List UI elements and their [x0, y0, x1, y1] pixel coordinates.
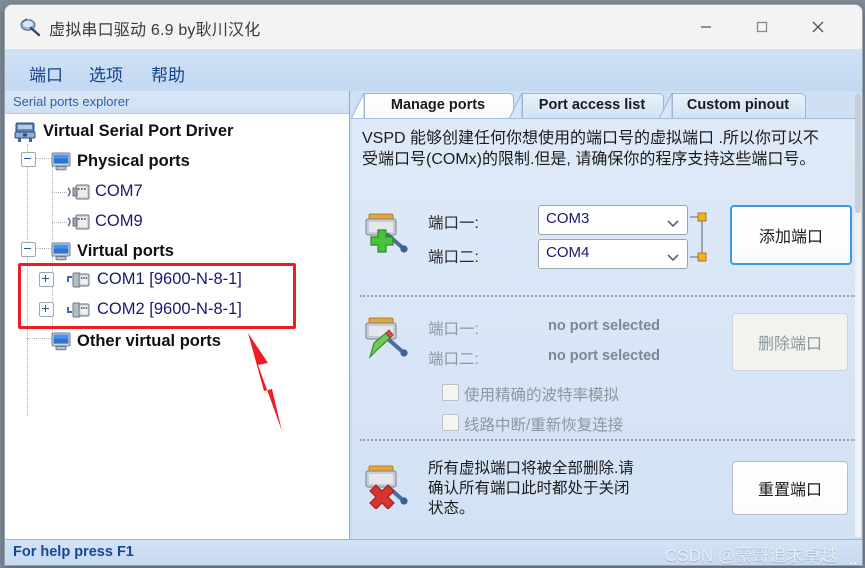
tree-line — [39, 248, 51, 250]
tab-manage-ports[interactable]: Manage ports — [351, 93, 514, 120]
tab-slant-edge — [351, 93, 365, 119]
menu-item-ports[interactable]: 端口 — [23, 59, 69, 88]
status-bar-text: For help press F1 — [13, 544, 134, 560]
right-panel-scrollbar[interactable] — [855, 93, 861, 537]
tree-node-virtual-ports-label: Virtual ports — [77, 242, 174, 260]
delete-ports-section: 端口一: 端口二: no port selected no port selec… — [352, 307, 860, 437]
minimize-button[interactable] — [678, 5, 734, 49]
tree-node-other-virtual-ports-label: Other virtual ports — [77, 332, 221, 350]
reset-description: 所有虚拟端口将被全部删除.请 确认所有端口此时都处于关闭 状态。 — [428, 459, 658, 519]
tree-node-com1-label: COM1 [9600-N-8-1] — [97, 270, 242, 288]
close-button[interactable] — [790, 5, 846, 49]
delete-port-button[interactable]: 删除端口 — [732, 313, 848, 371]
tree-toggle-physical-ports[interactable] — [21, 152, 36, 167]
tree-node-root-label: Virtual Serial Port Driver — [43, 122, 234, 140]
delete-port1-label: 端口一: — [428, 321, 479, 338]
virtual-port-pair-icon — [65, 271, 90, 288]
port-pair-bracket — [688, 205, 710, 274]
monitor-icon — [51, 332, 71, 351]
tree-node-physical-ports-label: Physical ports — [77, 152, 190, 170]
checkbox-exact-baudrate-label: 使用精确的波特率模拟 — [464, 387, 620, 404]
tab-custom-pinout[interactable]: Custom pinout — [659, 93, 806, 120]
tree-line — [27, 338, 51, 340]
window-title: 虚拟串口驱动 6.9 by耿川汉化 — [49, 22, 261, 39]
delete-port1-value: no port selected — [548, 318, 660, 334]
chevron-down-icon — [667, 215, 679, 233]
add-port1-label: 端口一: — [428, 215, 479, 232]
tab-strip: Manage ports Port access list Custom pin… — [350, 91, 862, 120]
tree-toggle-com1[interactable] — [39, 272, 54, 287]
add-port2-label: 端口二: — [428, 249, 479, 266]
port2-select-value: COM4 — [546, 244, 590, 261]
tree-header-label: Serial ports explorer — [13, 94, 130, 109]
checkbox-break-reconnect-label: 线路中断/重新恢复连接 — [464, 417, 624, 434]
serial-ports-explorer-panel: Serial ports explorer Virtual Serial Por… — [5, 91, 350, 539]
add-ports-section: 端口一: 端口二: COM3 COM4 添加端口 — [352, 197, 860, 289]
checkbox-box[interactable] — [442, 414, 459, 431]
port1-select-value: COM3 — [546, 210, 590, 227]
maximize-icon — [756, 21, 768, 33]
tree-line — [52, 192, 67, 194]
tab-manage-ports-label: Manage ports — [390, 97, 486, 113]
manage-ports-panel: Manage ports Port access list Custom pin… — [350, 91, 862, 540]
maximize-button[interactable] — [734, 5, 790, 49]
tree-line — [27, 144, 29, 416]
tab-slant-edge — [659, 93, 673, 119]
tab-custom-pinout-label: Custom pinout — [686, 97, 790, 113]
monitor-icon — [51, 152, 71, 171]
tree-toggle-virtual-ports[interactable] — [21, 242, 36, 257]
app-window: 虚拟串口驱动 6.9 by耿川汉化 端口 选项 帮助 Serial ports … — [4, 4, 863, 566]
tree-line — [52, 256, 54, 336]
panel-description-line2: 受端口号(COMx)的限制.但是, 请确保你的程序支持这些端口号。 — [362, 151, 816, 169]
delete-port2-value: no port selected — [548, 348, 660, 364]
port-plug-icon — [67, 183, 90, 200]
title-bar: 虚拟串口驱动 6.9 by耿川汉化 — [5, 5, 862, 49]
virtual-port-pair-icon — [65, 301, 90, 318]
scrollbar-thumb[interactable] — [855, 93, 861, 213]
port1-select[interactable]: COM3 — [538, 205, 688, 235]
close-icon — [812, 21, 824, 33]
serial-port-driver-icon — [13, 121, 37, 148]
tree-line — [52, 222, 67, 224]
chevron-down-icon — [667, 249, 679, 267]
menu-item-help[interactable]: 帮助 — [145, 59, 191, 88]
tree-node-com9-label: COM9 — [95, 212, 143, 230]
delete-port2-label: 端口二: — [428, 351, 479, 368]
reset-description-line1: 所有虚拟端口将被全部删除.请 — [428, 460, 634, 477]
watermark-dots-icon — [849, 558, 861, 565]
tree-toggle-com2[interactable] — [39, 302, 54, 317]
watermark: CSDN @豪哥追求卓越 — [665, 546, 838, 565]
section-divider — [360, 295, 856, 297]
reset-ports-section: 所有虚拟端口将被全部删除.请 确认所有端口此时都处于关闭 状态。 重置端口 — [352, 451, 860, 531]
tab-port-access-list-label: Port access list — [538, 97, 646, 113]
reset-port-button[interactable]: 重置端口 — [732, 461, 848, 515]
panel-description: VSPD 能够创建任何你想使用的端口号的虚拟端口 .所以你可以不 受端口号(CO… — [362, 128, 850, 170]
reset-description-line3: 状态。 — [428, 500, 475, 518]
port-delete-icon — [360, 463, 412, 510]
minimize-icon — [701, 26, 711, 28]
port2-select[interactable]: COM4 — [538, 239, 688, 269]
app-icon — [19, 17, 41, 37]
menu-bar: 端口 选项 帮助 — [5, 49, 862, 91]
tree-body: Virtual Serial Port Driver Physical port… — [5, 114, 349, 539]
port-add-icon — [360, 209, 412, 255]
panel-description-line1: VSPD 能够创建任何你想使用的端口号的虚拟端口 .所以你可以不 — [362, 130, 819, 147]
tab-port-access-list[interactable]: Port access list — [509, 93, 664, 120]
tree-node-com7-label: COM7 — [95, 182, 143, 200]
section-divider — [360, 439, 856, 441]
port-plug-icon — [67, 213, 90, 230]
tree-node-com2-label: COM2 [9600-N-8-1] — [97, 300, 242, 318]
menu-item-options[interactable]: 选项 — [83, 59, 129, 88]
tree-line — [39, 158, 51, 160]
monitor-icon — [51, 242, 71, 261]
add-port-button[interactable]: 添加端口 — [730, 205, 852, 265]
reset-description-line2: 确认所有端口此时都处于关闭 — [428, 480, 630, 498]
port-edit-icon — [360, 315, 412, 361]
tree-line — [52, 166, 54, 242]
tab-content-manage-ports: VSPD 能够创建任何你想使用的端口号的虚拟端口 .所以你可以不 受端口号(CO… — [352, 118, 860, 540]
checkbox-box[interactable] — [442, 384, 459, 401]
tab-slant-edge — [509, 93, 523, 119]
tree-header: Serial ports explorer — [5, 91, 349, 114]
